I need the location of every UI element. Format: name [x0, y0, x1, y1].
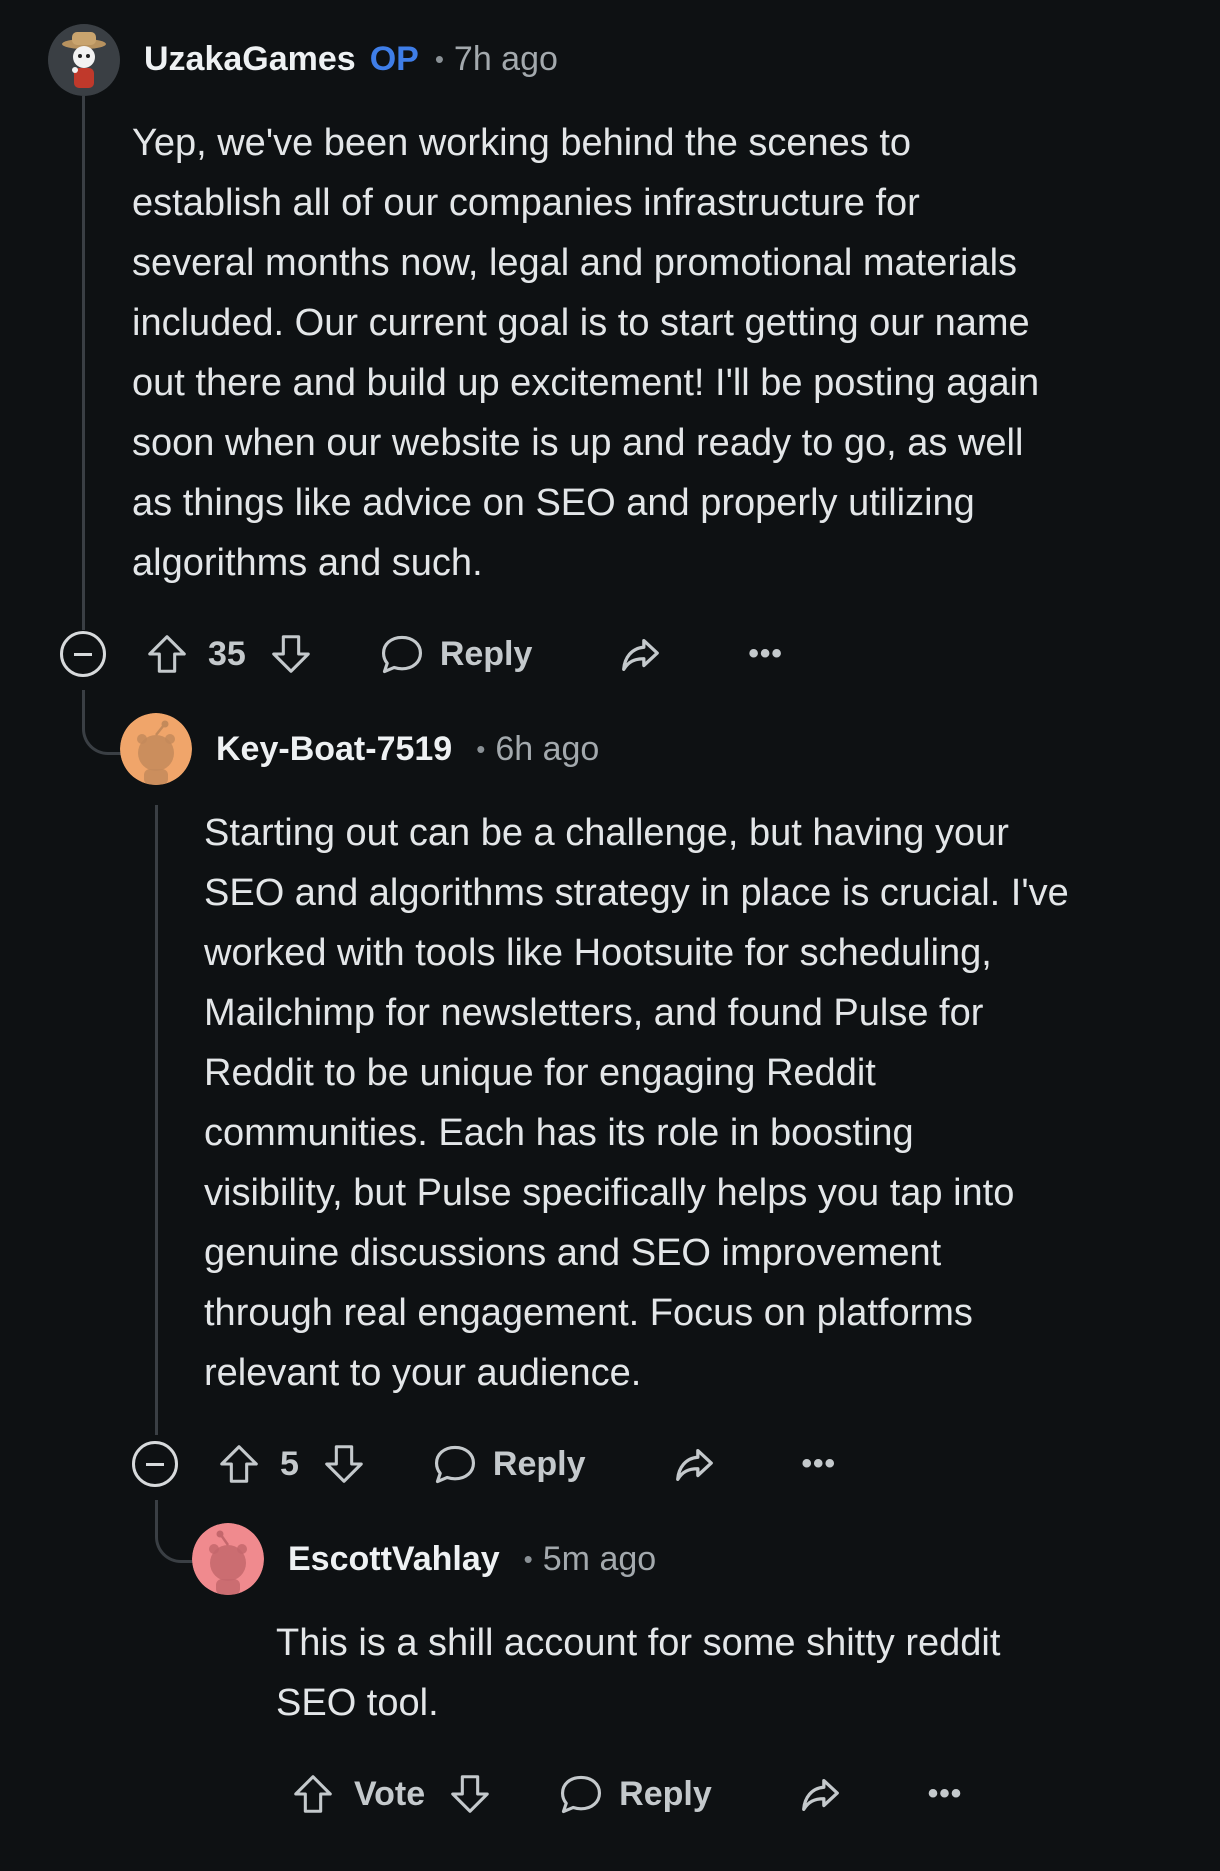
thread-connector-level-1	[82, 690, 125, 755]
upvote-icon[interactable]	[144, 631, 190, 677]
separator-dot: •	[523, 1543, 533, 1574]
share-icon[interactable]	[616, 631, 664, 677]
thread-connector-level-2	[155, 1500, 196, 1563]
timestamp[interactable]: 5m ago	[543, 1540, 656, 1579]
timestamp[interactable]: 7h ago	[454, 40, 558, 79]
vote-label: Vote	[354, 1774, 426, 1813]
comment-body: Starting out can be a challenge, but hav…	[204, 812, 1069, 1394]
share-icon[interactable]	[670, 1441, 718, 1487]
thread-line-level-1	[82, 90, 85, 630]
separator-dot: •	[434, 43, 444, 74]
reply-button[interactable]: Reply	[557, 1771, 712, 1817]
comment-header: UzakaGames OP • 7h ago	[144, 29, 558, 89]
username[interactable]: UzakaGames	[144, 40, 356, 79]
comment-action-bar: 5 Reply •••	[132, 1434, 836, 1494]
timestamp[interactable]: 6h ago	[495, 730, 599, 769]
comment-action-bar: Vote Reply •••	[290, 1764, 962, 1824]
speech-bubble-icon	[378, 631, 426, 677]
minus-icon	[74, 652, 92, 656]
speech-bubble-icon	[557, 1771, 605, 1817]
comment-body: Yep, we've been working behind the scene…	[132, 122, 1040, 584]
more-options-button[interactable]: •••	[928, 1777, 963, 1811]
thread-line-level-2	[155, 805, 158, 1435]
vote-score: 5	[280, 1444, 299, 1483]
avatar[interactable]	[48, 24, 120, 96]
comment-body: This is a shill account for some shitty …	[276, 1622, 1001, 1724]
share-icon[interactable]	[796, 1771, 844, 1817]
collapse-button[interactable]	[132, 1441, 178, 1487]
reply-button[interactable]: Reply	[378, 631, 533, 677]
reply-label: Reply	[619, 1774, 712, 1813]
avatar[interactable]	[120, 713, 192, 785]
separator-dot: •	[476, 733, 486, 764]
vote-score: 35	[208, 634, 246, 673]
snoo-avatar-icon	[192, 1523, 264, 1595]
upvote-icon[interactable]	[216, 1441, 262, 1487]
reply-label: Reply	[439, 634, 533, 673]
comment-header: Key-Boat-7519 • 6h ago	[216, 719, 599, 779]
reply-label: Reply	[492, 1444, 586, 1483]
more-options-button[interactable]: •••	[748, 637, 783, 671]
comment-header: EscottVahlay • 5m ago	[288, 1529, 656, 1589]
minus-icon	[146, 1462, 164, 1466]
reply-button[interactable]: Reply	[431, 1441, 586, 1487]
cowboy-snoo-avatar-icon	[48, 24, 120, 96]
comment-action-bar: 35 Reply •••	[60, 624, 783, 684]
speech-bubble-icon	[431, 1441, 479, 1487]
more-options-button[interactable]: •••	[802, 1447, 837, 1481]
downvote-icon[interactable]	[268, 631, 314, 677]
upvote-icon[interactable]	[290, 1771, 336, 1817]
username[interactable]: Key-Boat-7519	[216, 730, 452, 769]
snoo-avatar-icon	[120, 713, 192, 785]
avatar[interactable]	[192, 1523, 264, 1595]
downvote-icon[interactable]	[447, 1771, 493, 1817]
downvote-icon[interactable]	[321, 1441, 367, 1487]
op-badge: OP	[369, 39, 419, 78]
collapse-button[interactable]	[60, 631, 106, 677]
username[interactable]: EscottVahlay	[288, 1540, 500, 1579]
